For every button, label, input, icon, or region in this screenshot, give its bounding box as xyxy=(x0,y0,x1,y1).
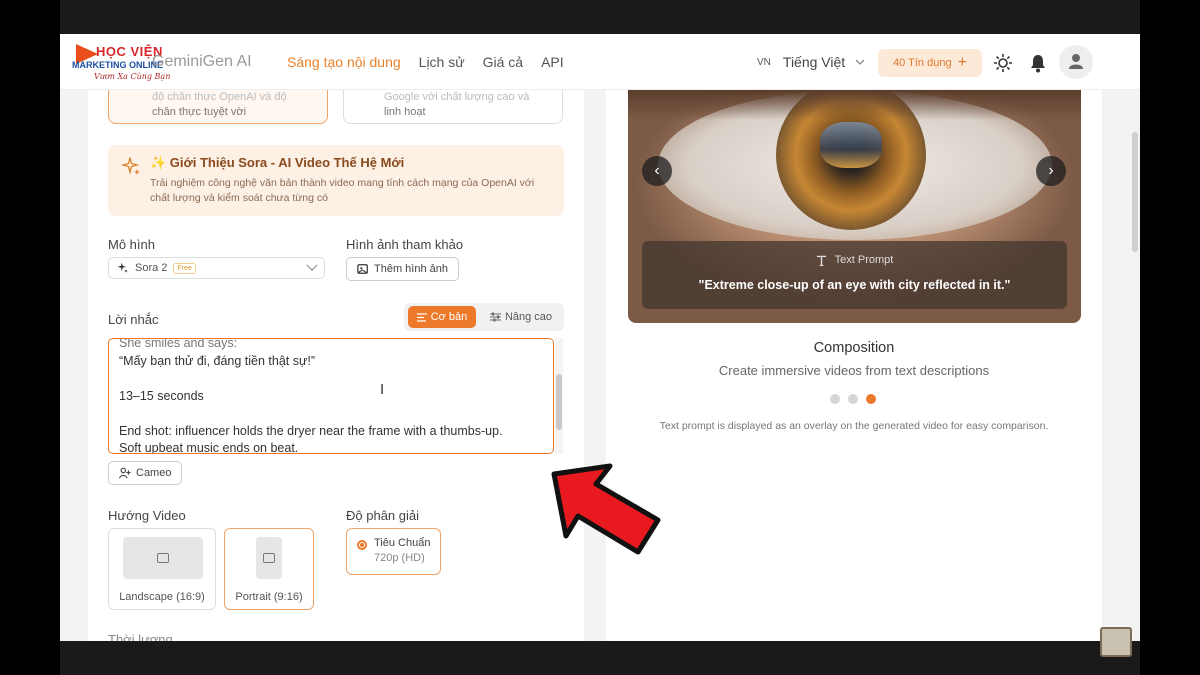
prompt-line: “Mấy bạn thử đi, đáng tiền thật sự!” xyxy=(119,353,316,368)
carousel-dot-active[interactable] xyxy=(866,394,876,404)
resolution-name: Tiêu Chuẩn xyxy=(374,537,431,549)
avatar[interactable] xyxy=(1059,45,1093,79)
cameo-label: Cameo xyxy=(136,467,172,479)
main-nav: Sáng tạo nội dung Lịch sử Giá cả API xyxy=(287,54,564,70)
prompt-line: 13–15 seconds xyxy=(119,388,204,403)
resolution-label: Độ phân giải xyxy=(346,508,419,523)
logo-line2: MARKETING ONLINE xyxy=(72,60,163,70)
portrait-thumb xyxy=(256,537,282,579)
model-label: Mô hình xyxy=(108,237,155,252)
nav-api[interactable]: API xyxy=(541,54,564,70)
create-panel: độ chân thực OpenAI và độ chân thực tuyệ… xyxy=(88,34,584,641)
landscape-thumb xyxy=(123,537,203,579)
carousel-next-button[interactable]: › xyxy=(1036,156,1066,186)
sliders-icon xyxy=(489,312,501,322)
carousel-prev-button[interactable]: ‹ xyxy=(642,156,672,186)
prompt-line: Soft upbeat music ends on beat. xyxy=(119,441,299,454)
film-thumbnail-icon[interactable] xyxy=(1100,627,1132,657)
add-person-icon xyxy=(119,467,131,479)
prompt-mode-toggle: Cơ bản Nâng cao xyxy=(404,303,564,331)
carousel-dots xyxy=(830,394,876,404)
chevron-down-icon xyxy=(306,259,318,271)
chevron-down-icon xyxy=(855,59,865,65)
portrait-label: Portrait (9:16) xyxy=(235,591,303,603)
mode-advanced-button[interactable]: Nâng cao xyxy=(482,306,560,328)
sparkles-icon xyxy=(117,262,128,273)
credits-label: 40 Tín dụng xyxy=(893,57,952,69)
city-reflection xyxy=(820,122,882,168)
overlay-prompt-text: "Extreme close-up of an eye with city re… xyxy=(698,278,1011,292)
brand-name: GeminiGen AI xyxy=(152,53,252,70)
model-select[interactable]: Sora 2 Free xyxy=(108,257,325,279)
prompt-scroll-thumb[interactable] xyxy=(556,374,562,430)
orientation-label: Hướng Video xyxy=(108,508,186,523)
text-icon xyxy=(816,255,826,266)
prompt-line: She smiles and says: xyxy=(119,338,238,350)
prompt-scrollbar[interactable] xyxy=(555,338,563,454)
app-header: HỌC VIỆN MARKETING ONLINE Vươn Xa Cùng B… xyxy=(60,34,1140,90)
red-arrow-icon xyxy=(551,463,661,555)
resolution-detail: 720p (HD) xyxy=(374,552,425,564)
model-card-desc-cut: độ chân thực OpenAI và độ xyxy=(152,91,287,103)
model-card-other-desc-cut: Google với chất lượng cao và xyxy=(384,91,530,103)
composition-subtitle: Create immersive videos from text descri… xyxy=(718,363,990,378)
language-select[interactable]: VN Tiếng Việt xyxy=(757,54,865,70)
preview-panel: ‹ › Text Prompt "Extreme close-up of an … xyxy=(606,34,1102,641)
language-code: VN xyxy=(757,56,771,68)
portrait-option[interactable]: Portrait (9:16) xyxy=(224,528,314,610)
composition-title: Composition xyxy=(813,340,895,356)
sora-intro-desc: Trải nghiệm công nghệ văn bản thành vide… xyxy=(150,177,535,204)
plus-icon: + xyxy=(957,54,967,71)
prompt-line: End shot: influencer holds the dryer nea… xyxy=(119,423,503,438)
sora-intro-title: ✨ Giới Thiệu Sora - AI Video Thế Hệ Mới xyxy=(150,155,405,170)
logo-line3: Vươn Xa Cùng Bạn xyxy=(94,72,171,81)
model-card-other-desc: linh hoạt xyxy=(384,106,426,118)
landscape-option[interactable]: Landscape (16:9) xyxy=(108,528,216,610)
sora-intro-banner: ✨ Giới Thiệu Sora - AI Video Thế Hệ Mới … xyxy=(108,145,564,216)
nav-history[interactable]: Lịch sử xyxy=(419,54,465,70)
preview-image: ‹ › Text Prompt "Extreme close-up of an … xyxy=(628,90,1081,323)
image-icon xyxy=(263,553,275,563)
reference-label: Hình ảnh tham khảo xyxy=(346,237,464,252)
eyelid xyxy=(628,90,1081,120)
composition-note: Text prompt is displayed as an overlay o… xyxy=(659,420,1049,432)
overlay-head: Text Prompt xyxy=(834,254,894,266)
language-label: Tiếng Việt xyxy=(782,54,846,70)
mode-basic-label: Cơ bản xyxy=(430,311,468,323)
sun-icon[interactable] xyxy=(992,52,1014,74)
nav-pricing[interactable]: Giá cả xyxy=(483,54,523,70)
top-letterbox xyxy=(60,0,1140,34)
landscape-label: Landscape (16:9) xyxy=(119,591,205,603)
user-icon xyxy=(1069,54,1083,69)
radio-selected-icon xyxy=(357,540,367,550)
text-prompt-overlay: Text Prompt "Extreme close-up of an eye … xyxy=(642,241,1067,309)
credits-button[interactable]: 40 Tín dụng + xyxy=(878,49,982,77)
bottom-letterbox xyxy=(60,641,1140,675)
nav-create[interactable]: Sáng tạo nội dung xyxy=(287,54,401,70)
cameo-button[interactable]: Cameo xyxy=(108,461,183,485)
page-scrollbar[interactable] xyxy=(1132,132,1138,252)
prompt-textarea[interactable]: She smiles and says: “Mấy bạn thử đi, đá… xyxy=(108,338,554,454)
carousel-dot[interactable] xyxy=(830,394,840,404)
model-card-desc: chân thực tuyệt vời xyxy=(152,106,247,118)
image-icon xyxy=(157,553,169,563)
add-image-label: Thêm hình ảnh xyxy=(374,263,448,275)
mode-advanced-label: Nâng cao xyxy=(504,311,553,323)
carousel-dot[interactable] xyxy=(848,394,858,404)
resolution-option[interactable]: Tiêu Chuẩn 720p (HD) xyxy=(346,528,441,575)
free-badge: Free xyxy=(173,262,196,274)
prompt-label: Lời nhắc xyxy=(108,312,159,327)
bell-icon[interactable] xyxy=(1027,52,1049,74)
add-image-button[interactable]: Thêm hình ảnh xyxy=(346,257,459,281)
sparkles-icon xyxy=(122,157,140,175)
duration-label: Thời lượng xyxy=(108,632,173,641)
model-select-value: Sora 2 xyxy=(135,262,168,274)
lines-icon xyxy=(416,312,427,322)
text-cursor-icon: I xyxy=(380,381,385,398)
add-image-icon xyxy=(357,264,368,274)
mode-basic-button[interactable]: Cơ bản xyxy=(408,306,476,328)
